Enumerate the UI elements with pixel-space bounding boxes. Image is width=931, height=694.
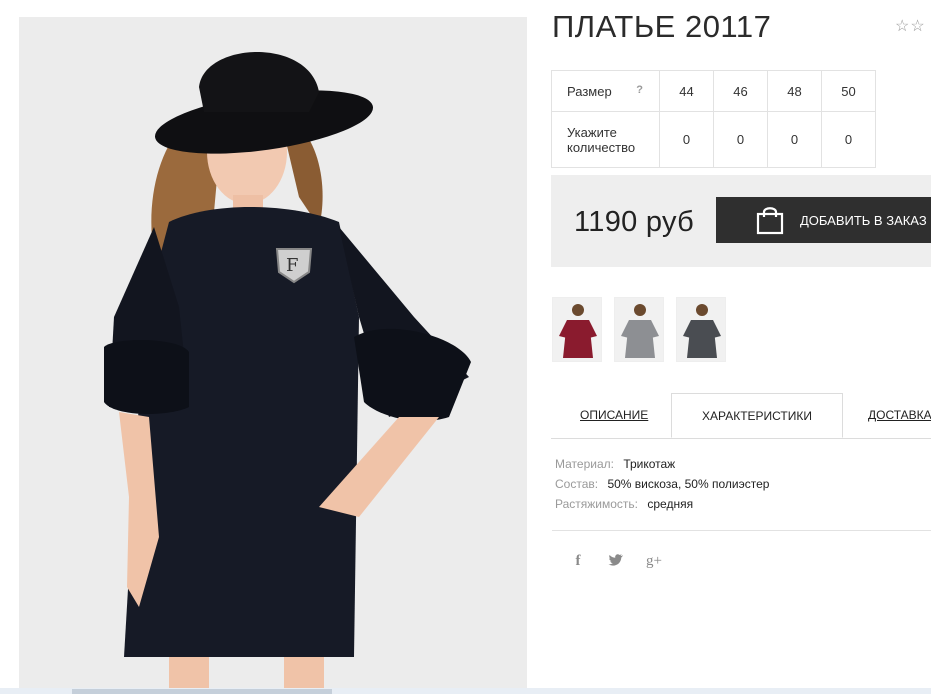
quantity-label-line2: количество xyxy=(567,139,636,155)
shopping-bag-icon xyxy=(756,203,790,237)
characteristic-row: Материал: Трикотаж xyxy=(555,454,769,474)
characteristic-value: средняя xyxy=(647,497,694,511)
product-tabs: ОПИСАНИЕ ХАРАКТЕРИСТИКИ ДОСТАВКА xyxy=(551,393,931,439)
quantity-label: Укажите количество xyxy=(551,111,660,168)
quantity-input-46[interactable]: 0 xyxy=(713,111,768,168)
facebook-icon[interactable]: f xyxy=(568,553,588,571)
rating-stars-icon[interactable]: ☆☆ xyxy=(895,16,926,36)
twitter-icon[interactable] xyxy=(606,553,626,571)
product-main-photo[interactable]: F xyxy=(19,17,527,694)
quantity-input-44[interactable]: 0 xyxy=(659,111,714,168)
characteristic-key: Растяжимость: xyxy=(555,497,639,511)
size-quantity-table: Размер ? 44 46 48 50 Укажите количество … xyxy=(551,70,876,168)
characteristic-row: Растяжимость: средняя xyxy=(555,494,769,514)
characteristic-value: 50% вискоза, 50% полиэстер xyxy=(607,477,770,491)
svg-text:F: F xyxy=(286,255,299,276)
size-48: 48 xyxy=(767,70,822,112)
model-in-dress-illustration: F xyxy=(19,17,527,694)
size-46: 46 xyxy=(713,70,768,112)
quantity-input-48[interactable]: 0 xyxy=(767,111,822,168)
characteristic-value: Трикотаж xyxy=(623,457,676,471)
add-to-order-label: ДОБАВИТЬ В ЗАКАЗ xyxy=(800,212,927,228)
size-help-icon[interactable]: ? xyxy=(636,84,643,96)
tab-delivery[interactable]: ДОСТАВКА xyxy=(868,393,931,437)
thumbnail-grey[interactable] xyxy=(614,297,664,362)
color-thumbnails xyxy=(552,297,726,362)
tab-description[interactable]: ОПИСАНИЕ xyxy=(580,393,648,437)
google-plus-icon[interactable]: g+ xyxy=(644,553,664,571)
size-label-cell: Размер ? xyxy=(551,70,660,112)
tab-characteristics[interactable]: ХАРАКТЕРИСТИКИ xyxy=(671,393,843,438)
add-to-order-button[interactable]: ДОБАВИТЬ В ЗАКАЗ xyxy=(716,197,931,243)
quantity-label-line1: Укажите xyxy=(567,124,617,140)
size-label: Размер xyxy=(567,83,612,99)
characteristics-list: Материал: Трикотаж Состав: 50% вискоза, … xyxy=(555,454,769,514)
quantity-input-50[interactable]: 0 xyxy=(821,111,876,168)
social-share-links: f g+ xyxy=(568,553,664,571)
characteristic-key: Состав: xyxy=(555,477,599,491)
size-44: 44 xyxy=(659,70,714,112)
size-50: 50 xyxy=(821,70,876,112)
thumbnail-burgundy[interactable] xyxy=(552,297,602,362)
scrollbar-thumb[interactable] xyxy=(72,689,332,694)
product-title: ПЛАТЬЕ 20117 xyxy=(552,9,772,44)
price-box: 1190 руб ДОБАВИТЬ В ЗАКАЗ xyxy=(551,175,931,267)
thumbnail-dark-grey[interactable] xyxy=(676,297,726,362)
characteristic-row: Состав: 50% вискоза, 50% полиэстер xyxy=(555,474,769,494)
product-price: 1190 руб xyxy=(574,206,695,238)
characteristic-key: Материал: xyxy=(555,457,614,471)
divider xyxy=(552,530,931,531)
